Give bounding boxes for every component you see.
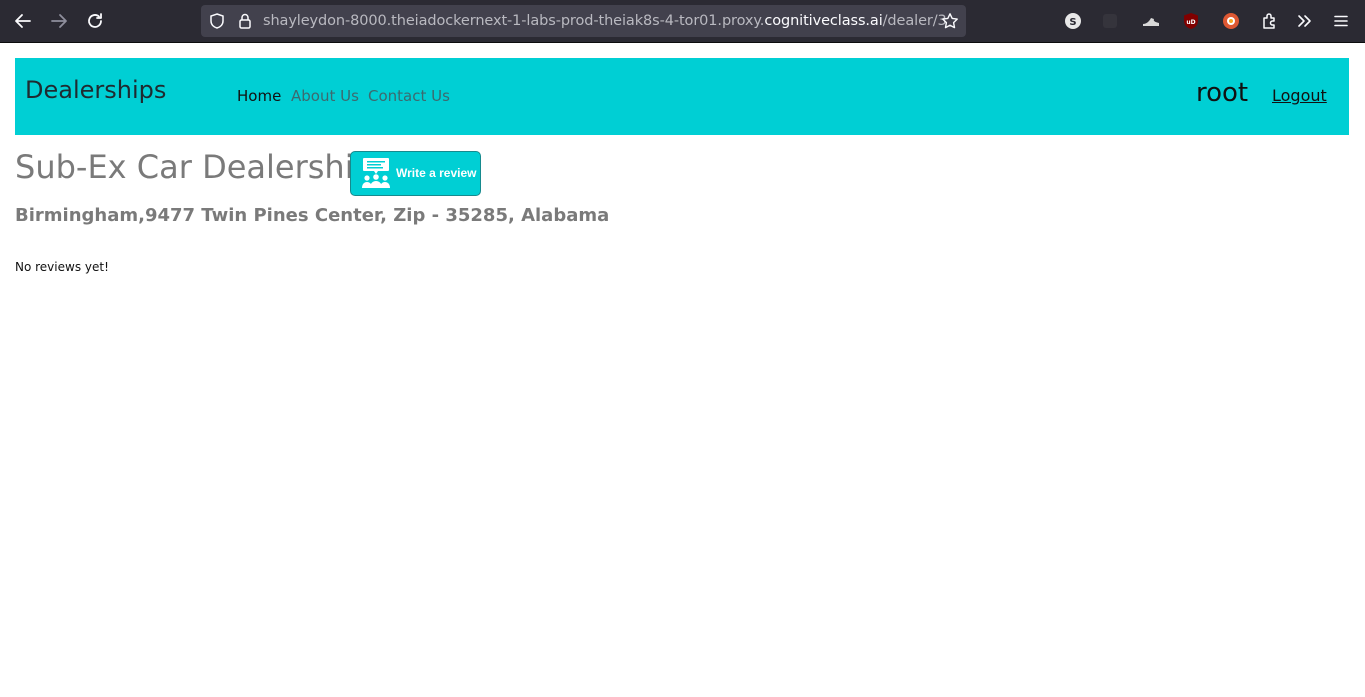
dealer-name-heading: Sub-Ex Car Dealership — [15, 148, 374, 186]
bookmark-star-icon[interactable] — [941, 12, 959, 34]
svg-text:S: S — [1069, 17, 1076, 28]
url-bar[interactable]: shayleydon-8000.theiadockernext-1-labs-p… — [201, 5, 966, 37]
nav-link-contact-us[interactable]: Contact Us — [368, 87, 450, 105]
brand-title[interactable]: Dealerships — [25, 76, 166, 104]
hamburger-menu-icon[interactable] — [1331, 11, 1351, 31]
browser-toolbar: shayleydon-8000.theiadockernext-1-labs-p… — [0, 0, 1365, 43]
username-label: root — [1196, 78, 1249, 108]
extensions-puzzle-icon[interactable] — [1259, 11, 1279, 31]
reload-icon[interactable] — [82, 8, 108, 34]
site-navbar: Dealerships Home About Us Contact Us roo… — [15, 58, 1349, 135]
review-people-icon — [359, 157, 393, 195]
dealer-address: Birmingham,9477 Twin Pines Center, Zip -… — [15, 205, 610, 226]
write-review-button[interactable]: Write a review — [350, 151, 481, 196]
url-prefix: shayleydon-8000.theiadockernext-1-labs-p… — [263, 13, 765, 29]
nav-link-home[interactable]: Home — [237, 87, 281, 105]
ublock-icon[interactable]: uD — [1181, 11, 1201, 31]
lock-icon[interactable] — [236, 12, 254, 34]
forward-arrow-icon[interactable] — [46, 8, 72, 34]
extension-s-icon[interactable]: S — [1063, 11, 1083, 31]
back-arrow-icon[interactable] — [10, 8, 36, 34]
url-host: cognitiveclass.ai — [764, 13, 883, 29]
extension-shoe-icon[interactable] — [1141, 11, 1161, 31]
svg-text:uD: uD — [1186, 19, 1195, 26]
logout-link[interactable]: Logout — [1272, 86, 1327, 105]
url-text[interactable]: shayleydon-8000.theiadockernext-1-labs-p… — [263, 5, 947, 37]
nav-link-about-us[interactable]: About Us — [291, 87, 359, 105]
extension-dim-icon[interactable] — [1100, 11, 1120, 31]
duckduckgo-icon[interactable] — [1221, 11, 1241, 31]
write-review-label: Write a review — [396, 166, 477, 180]
shield-icon[interactable] — [208, 12, 226, 34]
overflow-chevrons-icon[interactable] — [1294, 11, 1314, 31]
url-path: /dealer/3 — [882, 13, 947, 29]
reviews-status-text: No reviews yet! — [15, 260, 109, 274]
